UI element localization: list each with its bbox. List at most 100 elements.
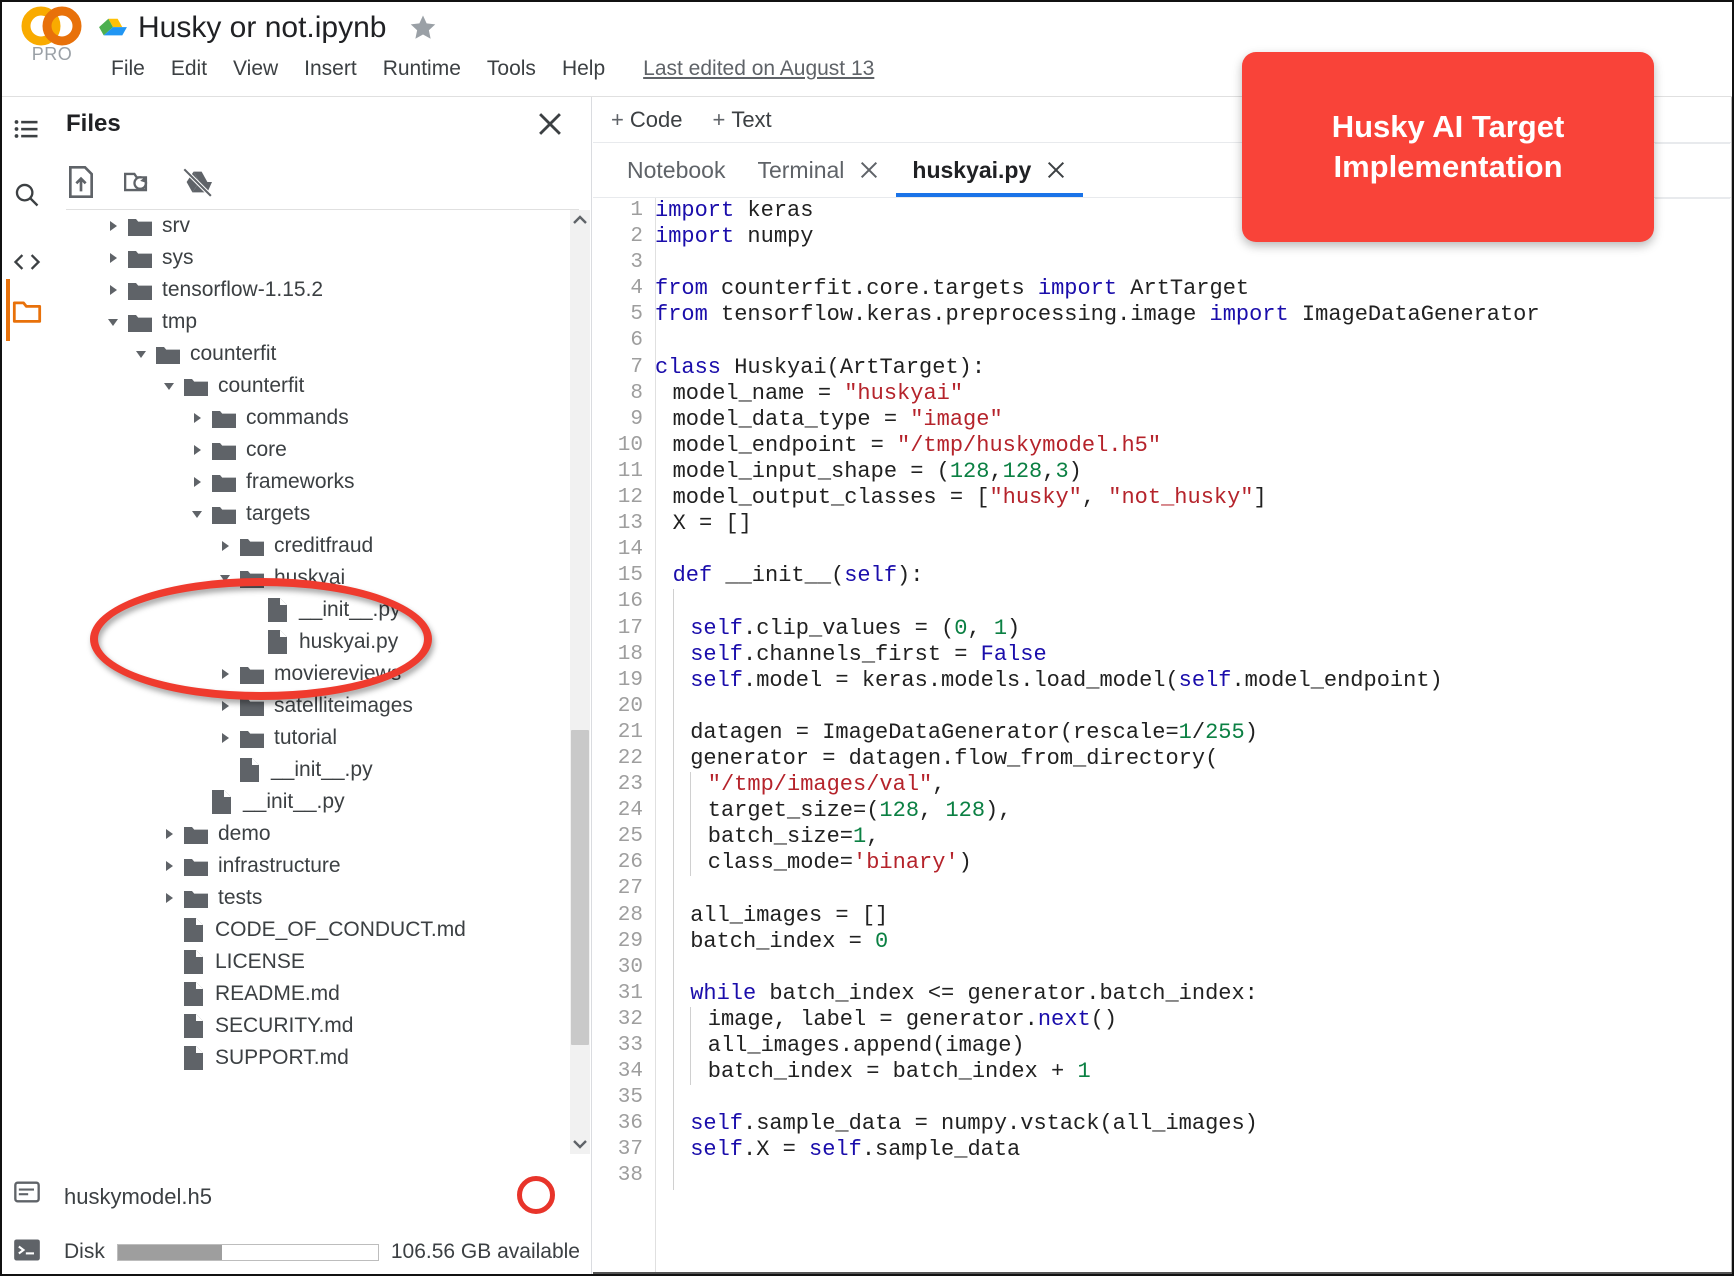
code-line[interactable]: 36 self.sample_data = numpy.vstack(all_im… <box>593 1111 1732 1138</box>
rail-item-table-of-contents[interactable] <box>9 111 45 147</box>
chevron-down-icon[interactable] <box>134 347 156 361</box>
chevron-right-icon[interactable] <box>190 475 212 489</box>
tree-file-row[interactable]: huskyai.py <box>52 626 591 658</box>
tab-notebook[interactable]: Notebook <box>611 143 741 197</box>
code-line[interactable]: 11 model_input_shape = (128,128,3) <box>593 458 1732 486</box>
chevron-right-icon[interactable] <box>162 891 184 905</box>
chevron-down-icon[interactable] <box>218 571 240 585</box>
tree-file-row[interactable]: __init__.py <box>52 754 591 786</box>
code-line[interactable]: 21 datagen = ImageDataGenerator(rescale=1… <box>593 719 1732 746</box>
mount-drive-button[interactable] <box>182 166 212 198</box>
tree-file-row[interactable]: LICENSE <box>52 946 591 978</box>
tree-folder-row[interactable]: tmp <box>52 306 591 338</box>
chevron-down-icon[interactable] <box>162 379 184 393</box>
chevron-right-icon[interactable] <box>218 699 240 713</box>
code-line[interactable]: 37 self.X = self.sample_data <box>593 1137 1732 1164</box>
code-line[interactable]: 7 class Huskyai(ArtTarget): <box>593 355 1732 381</box>
tree-folder-row[interactable]: demo <box>52 818 591 850</box>
code-line[interactable]: 8 model_name = "huskyai" <box>593 380 1732 407</box>
code-editor[interactable]: 1 import keras 2 import numpy 3 4 from counter… <box>593 198 1732 1274</box>
menu-file[interactable]: File <box>98 57 158 81</box>
code-line[interactable]: 17 self.clip_values = (0, 1) <box>593 615 1732 642</box>
code-line[interactable]: 19 self.model = keras.models.load_model(s… <box>593 667 1732 694</box>
scrollbar-thumb[interactable] <box>571 730 589 1045</box>
chevron-right-icon[interactable] <box>218 539 240 553</box>
refresh-folder-button[interactable] <box>124 166 154 198</box>
code-line[interactable]: 6 <box>593 328 1732 354</box>
tree-folder-row[interactable]: huskyai <box>52 562 591 594</box>
code-line[interactable]: 34 batch_index = batch_index + 1 <box>593 1059 1732 1086</box>
close-icon[interactable] <box>858 159 880 181</box>
tree-folder-row[interactable]: creditfraud <box>52 530 591 562</box>
tree-folder-row[interactable]: tensorflow-1.15.2 <box>52 274 591 306</box>
chevron-right-icon[interactable] <box>190 411 212 425</box>
tab-huskyai-py[interactable]: huskyai.py <box>896 143 1084 197</box>
code-line[interactable]: 30 <box>593 954 1732 981</box>
chevron-right-icon[interactable] <box>218 731 240 745</box>
tree-file-row[interactable]: __init__.py <box>52 594 591 626</box>
code-line[interactable]: 22 generator = datagen.flow_from_director… <box>593 745 1732 773</box>
last-edited-link[interactable]: Last edited on August 13 <box>643 57 874 81</box>
tree-folder-row[interactable]: commands <box>52 402 591 434</box>
code-line[interactable]: 35 <box>593 1085 1732 1112</box>
tree-folder-row[interactable]: moviereviews <box>52 658 591 690</box>
page-title[interactable]: Husky or not.ipynb <box>138 11 386 45</box>
code-line[interactable]: 5 from tensorflow.keras.preprocessing.ima… <box>593 302 1732 328</box>
menu-insert[interactable]: Insert <box>291 57 370 81</box>
tree-folder-row[interactable]: srv <box>52 210 591 242</box>
file-tree[interactable]: srv sys tensorflow-1.15.2 tmp counterfit coun… <box>52 210 591 1154</box>
code-line[interactable]: 13 X = [] <box>593 511 1732 538</box>
code-line[interactable]: 28 all_images = [] <box>593 902 1732 929</box>
tree-folder-row[interactable]: tests <box>52 882 591 914</box>
code-line[interactable]: 3 <box>593 250 1732 276</box>
tree-folder-row[interactable]: counterfit <box>52 370 591 402</box>
rail-item-files[interactable] <box>9 293 45 329</box>
tree-folder-row[interactable]: satelliteimages <box>52 690 591 722</box>
scroll-up-button[interactable] <box>570 210 590 230</box>
rail-item-search[interactable] <box>9 177 45 213</box>
file-tree-scrollbar[interactable] <box>570 210 590 1154</box>
tree-file-row[interactable]: SECURITY.md <box>52 1010 591 1042</box>
tree-file-row[interactable]: CODE_OF_CONDUCT.md <box>52 914 591 946</box>
menu-help[interactable]: Help <box>549 57 618 81</box>
tree-folder-row[interactable]: infrastructure <box>52 850 591 882</box>
menu-edit[interactable]: Edit <box>158 57 220 81</box>
rail-item-terminal[interactable] <box>9 1232 45 1268</box>
tree-file-row[interactable]: README.md <box>52 978 591 1010</box>
chevron-right-icon[interactable] <box>190 443 212 457</box>
tree-folder-row[interactable]: sys <box>52 242 591 274</box>
code-line[interactable]: 32 image, label = generator.next() <box>593 1006 1732 1033</box>
tree-folder-row[interactable]: tutorial <box>52 722 591 754</box>
tree-file-row[interactable]: __init__.py <box>52 786 591 818</box>
code-line[interactable]: 23 "/tmp/images/val", <box>593 772 1732 799</box>
code-line[interactable]: 15 def __init__(self): <box>593 563 1732 590</box>
menu-runtime[interactable]: Runtime <box>370 57 474 81</box>
code-line[interactable]: 14 <box>593 537 1732 564</box>
menu-tools[interactable]: Tools <box>474 57 549 81</box>
code-line[interactable]: 25 batch_size=1, <box>593 824 1732 851</box>
chevron-right-icon[interactable] <box>162 859 184 873</box>
chevron-right-icon[interactable] <box>106 283 128 297</box>
code-line[interactable]: 33 all_images.append(image) <box>593 1033 1732 1060</box>
code-line[interactable]: 29 batch_index = 0 <box>593 928 1732 955</box>
chevron-right-icon[interactable] <box>162 827 184 841</box>
code-line[interactable]: 27 <box>593 876 1732 903</box>
add-text-cell-button[interactable]: + Text <box>712 107 771 133</box>
chevron-right-icon[interactable] <box>218 667 240 681</box>
add-code-cell-button[interactable]: + Code <box>611 107 682 133</box>
code-line[interactable]: 26 class_mode='binary') <box>593 850 1732 877</box>
code-line[interactable]: 20 <box>593 693 1732 720</box>
rail-item-command-palette[interactable] <box>9 1174 45 1210</box>
menu-view[interactable]: View <box>220 57 291 81</box>
star-icon[interactable] <box>408 13 438 43</box>
code-line[interactable]: 4 from counterfit.core.targets import Art… <box>593 276 1732 302</box>
tree-folder-row[interactable]: targets <box>52 498 591 530</box>
chevron-down-icon[interactable] <box>190 507 212 521</box>
chevron-right-icon[interactable] <box>106 219 128 233</box>
code-line[interactable]: 16 <box>593 589 1732 616</box>
upload-button[interactable] <box>66 166 96 198</box>
code-line[interactable]: 31 while batch_index <= generator.batch_i… <box>593 980 1732 1007</box>
close-files-panel-button[interactable] <box>533 107 567 141</box>
code-line[interactable]: 10 model_endpoint = "/tmp/huskymodel.h5" <box>593 432 1732 459</box>
tree-folder-row[interactable]: core <box>52 434 591 466</box>
